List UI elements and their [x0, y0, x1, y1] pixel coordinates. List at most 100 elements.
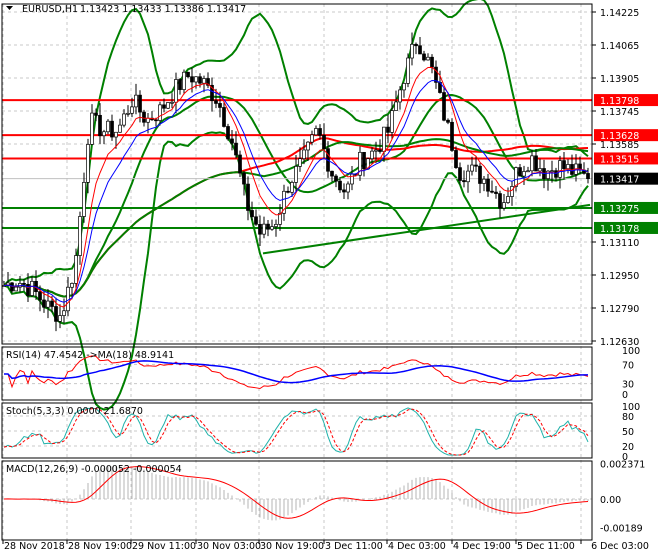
- candle-body: [106, 120, 110, 133]
- candle-body: [130, 106, 134, 114]
- candle-body: [482, 178, 486, 184]
- candle-body: [442, 92, 446, 121]
- candle-body: [410, 43, 414, 59]
- price-level-label: 1.13178: [600, 224, 639, 235]
- candle-body: [46, 300, 50, 308]
- candle-body: [218, 103, 222, 108]
- price-tick-label: 1.13110: [600, 238, 639, 249]
- rsi-tick-label: 30: [622, 380, 634, 391]
- price-tick-label: 1.13905: [600, 74, 639, 85]
- candle-body: [82, 182, 86, 217]
- rsi-tick-label: 100: [622, 346, 640, 357]
- rsi-label: RSI(14) 47.4542 ->MA(18) 48.9141: [6, 350, 174, 361]
- candle-body: [182, 71, 186, 90]
- candle-body: [538, 168, 542, 172]
- candle-body: [110, 120, 114, 138]
- candle-body: [190, 76, 194, 83]
- time-label: 5 Dec 11:00: [517, 541, 575, 550]
- price-tick-label: 1.14065: [600, 41, 639, 52]
- candle-body: [30, 280, 34, 296]
- candle-body: [194, 76, 198, 83]
- candle-body: [562, 160, 566, 169]
- candle-body: [158, 104, 162, 121]
- price-tick-label: 1.12790: [600, 304, 639, 315]
- candle-body: [86, 144, 90, 183]
- candle-body: [470, 164, 474, 172]
- stoch-tick-label: 80: [622, 412, 634, 423]
- candle-body: [14, 286, 18, 292]
- candle-body: [90, 112, 94, 145]
- candle-body: [446, 119, 450, 123]
- dropdown-arrow-icon[interactable]: [6, 6, 13, 10]
- macd-label: MACD(12,26,9) -0.000052 -0.000054: [6, 464, 182, 475]
- candle-body: [114, 131, 118, 138]
- candle-body: [134, 94, 138, 108]
- candle-body: [198, 76, 202, 84]
- candle-body: [226, 126, 230, 140]
- candle-body: [502, 202, 506, 209]
- candle-body: [70, 283, 74, 288]
- candle-body: [454, 150, 458, 168]
- price-tick-label: 1.13745: [600, 107, 639, 118]
- candle-body: [466, 170, 470, 183]
- rsi-tick-label: 0: [622, 390, 628, 401]
- time-label: 6 Dec 03:00: [591, 541, 649, 550]
- candle-body: [294, 166, 298, 183]
- candle-body: [22, 283, 26, 285]
- candle-body: [118, 124, 122, 133]
- candle-body: [270, 226, 274, 230]
- candle-body: [378, 149, 382, 152]
- price-tick-label: 1.12950: [600, 271, 639, 282]
- candle-body: [58, 315, 62, 322]
- indicator-panels: [3, 355, 589, 521]
- candle-body: [546, 170, 550, 179]
- candle-body: [78, 216, 82, 256]
- candle-body: [186, 71, 190, 78]
- candle-body: [242, 172, 246, 185]
- price-tick-label: 1.14225: [600, 8, 639, 19]
- time-label: 3 Dec 11:00: [325, 541, 383, 550]
- candle-body: [38, 291, 42, 301]
- candle-body: [342, 189, 346, 193]
- candle-body: [54, 306, 58, 322]
- candle-body: [374, 149, 378, 152]
- candle-body: [550, 170, 554, 173]
- macd-tick-label: 0.00: [600, 495, 621, 506]
- candle-body: [202, 78, 206, 84]
- candle-body: [422, 53, 426, 61]
- candle-body: [494, 191, 498, 194]
- candle-body: [222, 107, 226, 127]
- stoch-tick-label: 50: [622, 427, 634, 438]
- candle-body: [214, 100, 218, 104]
- candle-body: [418, 45, 422, 55]
- candle-body: [490, 190, 494, 193]
- time-label: 28 Nov 19:00: [68, 541, 132, 550]
- candle-body: [286, 190, 290, 193]
- candle-body: [42, 299, 46, 308]
- time-label: 4 Dec 19:00: [453, 541, 511, 550]
- candle-body: [338, 180, 342, 191]
- main-price-panel: [2, 0, 592, 411]
- time-label: 30 Nov 19:00: [260, 541, 324, 550]
- candle-body: [462, 180, 466, 183]
- candle-body: [486, 178, 490, 192]
- candle-body: [302, 149, 306, 160]
- candle-body: [314, 128, 318, 136]
- stoch-label: Stoch(5,3,3) 0.0000 21.6870: [6, 406, 143, 417]
- chart-canvas[interactable]: 28 Nov 2018 28 Nov 19:00 29 Nov 11:00 30 No…: [0, 0, 660, 550]
- candle-body: [142, 111, 146, 123]
- candle-body: [290, 182, 294, 193]
- price-level-label: 1.13798: [600, 96, 639, 107]
- macd-tick-label: 0.002371: [600, 459, 645, 470]
- candle-body: [26, 284, 30, 296]
- candle-body: [10, 282, 14, 292]
- candle-body: [414, 43, 418, 47]
- candle-body: [262, 223, 266, 235]
- candle-body: [586, 173, 590, 180]
- candle-body: [322, 134, 326, 150]
- candle-body: [50, 300, 54, 307]
- candle-body: [534, 155, 538, 172]
- candle-body: [430, 56, 434, 68]
- candle-body: [246, 183, 250, 211]
- candle-body: [298, 158, 302, 167]
